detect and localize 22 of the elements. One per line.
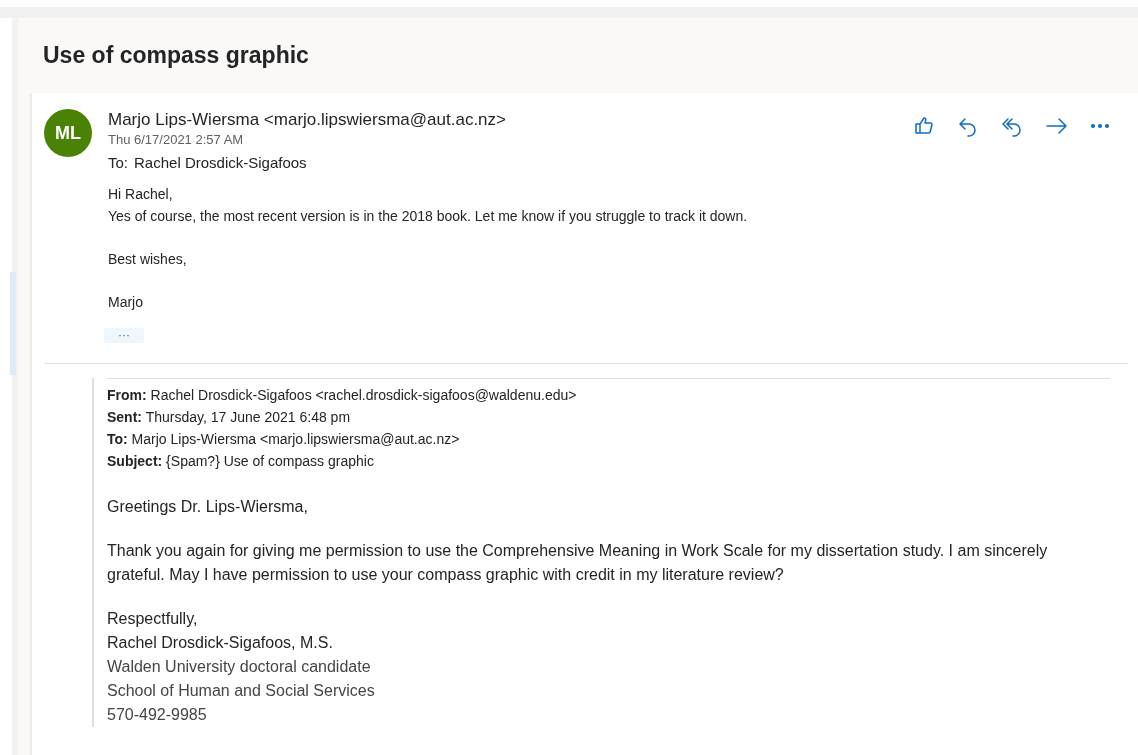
quoted-text: Respectfully, <box>107 609 199 629</box>
signature-line: Walden University doctoral candidate <box>107 657 372 677</box>
show-more-button[interactable]: ··· <box>104 327 144 343</box>
quoted-text: Rachel Drosdick-Sigafoos, M.S. <box>107 633 334 653</box>
quoted-text: Greetings Dr. Lips-Wiersma, <box>107 497 309 517</box>
message-date: Thu 6/17/2021 2:57 AM <box>108 132 245 148</box>
message-text: Hi Rachel, <box>108 185 174 204</box>
quoted-header: To: Marjo Lips-Wiersma <marjo.lipswiersma@aut.ac.nz> <box>107 430 461 449</box>
message-text: Best wishes, <box>108 250 188 269</box>
quoted-text: Thank you again for giving me permission to use the Comprehensive Meaning in Work Scale for my dissertation study. I am sincerely grateful. May I have permission to use your compass graphic with credit in my literature review? <box>107 541 1049 585</box>
to-label: To: <box>108 154 128 171</box>
recipient-name: Rachel Drosdick-Sigafoos <box>134 154 307 171</box>
sender-avatar: ML <box>44 109 92 157</box>
message-text: Marjo <box>108 293 144 312</box>
quoted-header: Sent: Thursday, 17 June 2021 6:48 pm <box>107 408 352 427</box>
conversation-subject: Use of compass graphic <box>43 42 309 69</box>
signature-line: 570-492-9985 <box>107 705 208 725</box>
message-text: Yes of course, the most recent version is in the 2018 book. Let me know if you struggle to track it down. <box>108 207 749 226</box>
sender-name: Marjo Lips-Wiersma <marjo.lipswiersma@aut.ac.nz> <box>108 109 507 131</box>
quoted-header: Subject: {Spam?} Use of compass graphic <box>107 452 375 471</box>
quoted-header: From: Rachel Drosdick-Sigafoos <rachel.drosdick-sigafoos@waldenu.edu> <box>107 386 578 405</box>
signature-line: School of Human and Social Services <box>107 681 376 701</box>
